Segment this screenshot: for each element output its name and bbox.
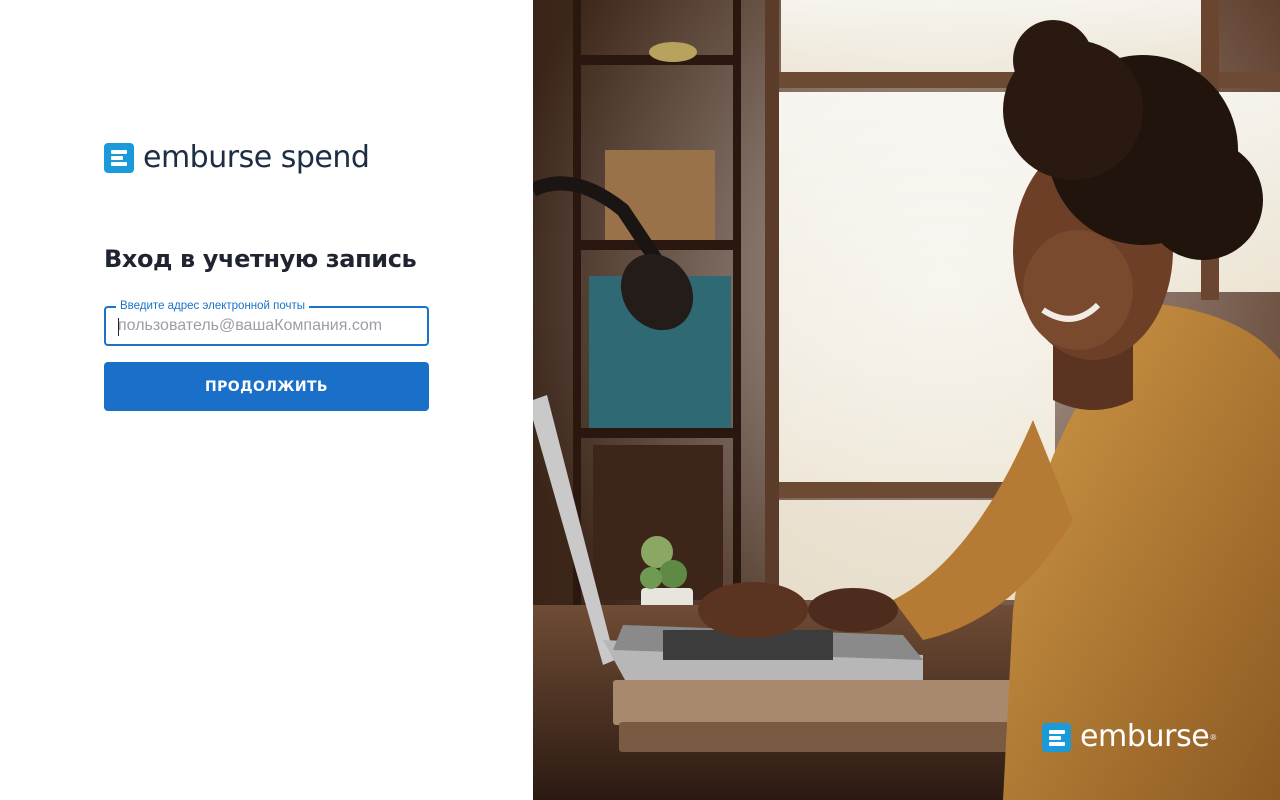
brand-text: emburse [1080,719,1210,754]
email-input[interactable] [106,308,427,344]
logo-text: emburse spend [143,140,370,175]
emburse-e-icon [104,143,134,173]
emburse-e-icon [1042,722,1071,752]
continue-button[interactable]: ПРОДОЛЖИТЬ [104,362,429,411]
text-caret [118,318,119,336]
page-title: Вход в учетную запись [104,245,417,273]
login-panel: emburse spend Вход в учетную запись Введ… [0,0,533,800]
email-field[interactable]: Введите адрес электронной почты [104,298,429,346]
hero-photo: emburse ® [533,0,1280,800]
registered-mark: ® [1210,732,1217,742]
emburse-spend-logo: emburse spend [104,140,370,176]
woman-with-laptop-photo [533,0,1280,800]
emburse-watermark-logo: emburse ® [1042,720,1216,754]
